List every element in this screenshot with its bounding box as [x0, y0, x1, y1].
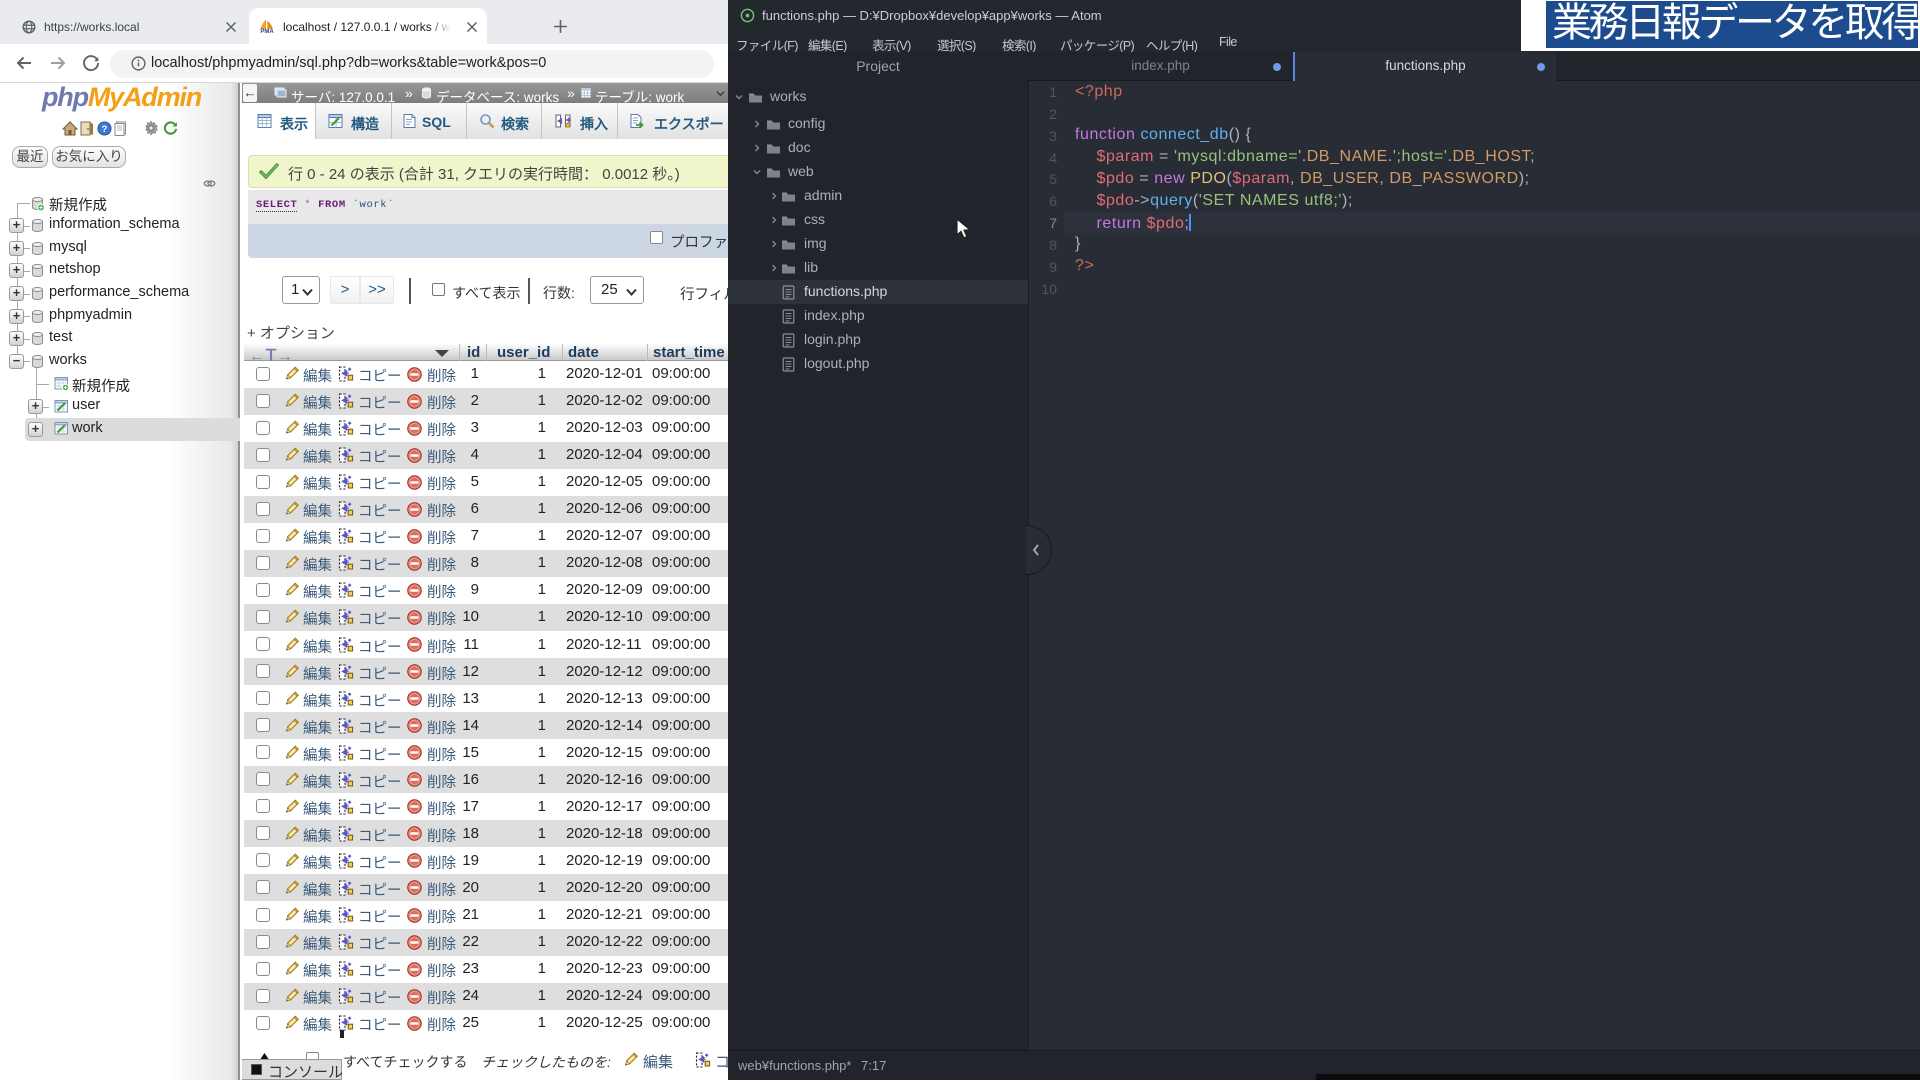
svg-text:PMA: PMA [260, 29, 274, 34]
svg-text:?: ? [102, 124, 108, 134]
